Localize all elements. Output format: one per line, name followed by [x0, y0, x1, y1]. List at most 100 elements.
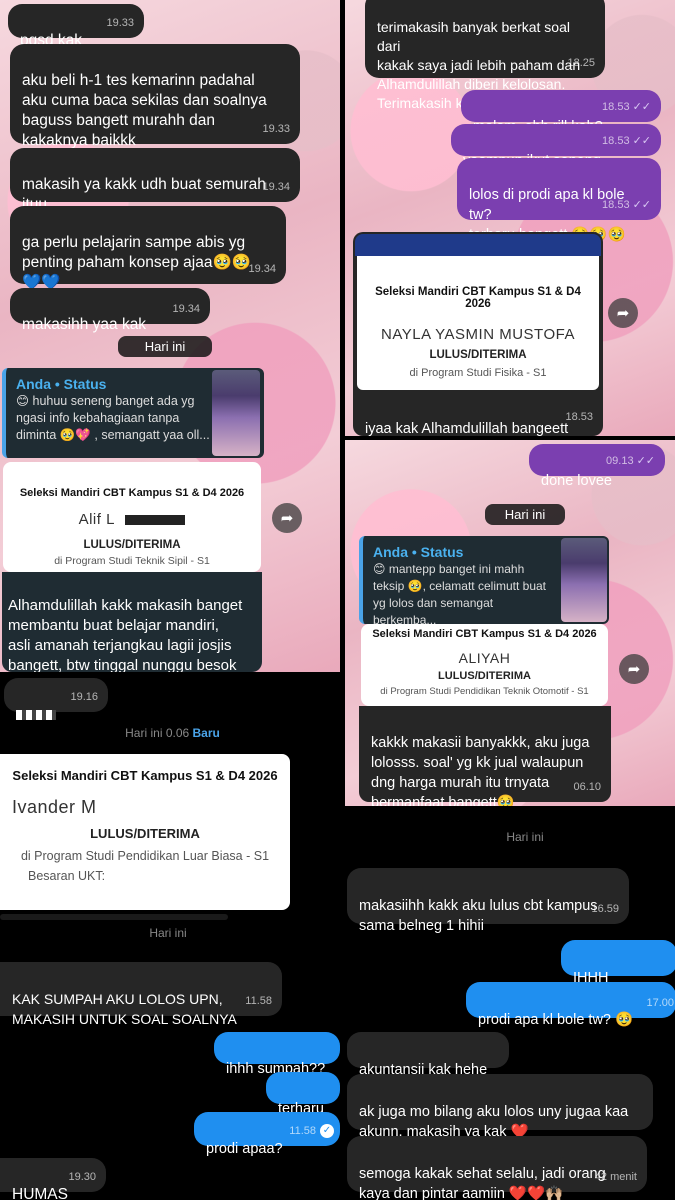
- redaction-mark: [16, 709, 56, 720]
- read-ticks-icon: ✓✓: [636, 455, 655, 467]
- message-text: kakkk makasii banyakkk, aku juga lolosss…: [371, 735, 590, 806]
- message-time: 19.30: [68, 1171, 96, 1183]
- message-time: 42 menit: [594, 1171, 637, 1183]
- message-text: ga perlu pelajarin sampe abis yg penting…: [22, 234, 252, 291]
- card-prodi: di Program Studi Teknik Sipil - S1: [54, 555, 210, 567]
- message-time: 19.34: [248, 263, 276, 275]
- date-divider: Hari ini: [485, 504, 565, 525]
- message-text: HUMAS: [12, 1186, 68, 1200]
- date-divider: Hari ini: [506, 830, 544, 844]
- message-time: 06.10: [573, 781, 601, 793]
- message-time: 19.34: [262, 181, 290, 193]
- card-name: NAYLA YASMIN MUSTOFA: [381, 326, 575, 343]
- status-thumbnail: [212, 370, 260, 456]
- result-card: Seleksi Mandiri CBT Kampus S1 & D4 2026 …: [357, 256, 599, 390]
- message-time: 17.00: [646, 997, 674, 1009]
- message-bubble[interactable]: kakkk makasii banyakkk, aku juga lolosss…: [359, 706, 611, 806]
- message-text: prodi apaa?: [206, 1141, 283, 1157]
- check-icon: ✓: [320, 1124, 334, 1138]
- status-thumbnail: [561, 538, 607, 622]
- forward-icon[interactable]: ➦: [619, 654, 649, 684]
- message-bubble[interactable]: done lovee 09.13 ✓✓: [529, 444, 665, 489]
- message-bubble[interactable]: terharu: [266, 1072, 340, 1117]
- message-bubble[interactable]: Alhamdulillah kakk makasih banget memban…: [2, 572, 262, 672]
- message-bubble[interactable]: prodi apa kl bole tw? 🥹 17.00: [466, 982, 675, 1028]
- message-bubble[interactable]: HUMAS 19.30: [0, 1158, 106, 1200]
- status-reply-text: 😊 mantepp banget ini mahh teksip 🥹, cela…: [373, 562, 547, 627]
- message-bubble[interactable]: 19.16: [4, 678, 108, 720]
- message-time: 16.59: [591, 903, 619, 915]
- message-bubble[interactable]: prodi apaa? 11.58 ✓: [194, 1112, 340, 1157]
- message-bubble[interactable]: ga perlu pelajarin sampe abis yg penting…: [10, 206, 286, 291]
- message-time: 18.53 ✓✓: [602, 101, 651, 113]
- message-time: 11.58: [289, 1125, 316, 1137]
- message-bubble[interactable]: terimakasih banyak berkat soal dari kaka…: [365, 0, 605, 111]
- forward-icon[interactable]: ➦: [272, 503, 302, 533]
- chat-panel-3: 19.16 Hari ini 0.06 Baru Seleksi Mandiri…: [0, 672, 345, 1200]
- chat-panel-1: pgsd kak 19.33 aku beli h-1 tes kemarinn…: [0, 0, 340, 672]
- message-bubble[interactable]: ihhh sumpah??: [214, 1032, 340, 1077]
- message-bubble[interactable]: makasih ya kakk udh buat semurah ituu 19…: [10, 148, 300, 213]
- message-bubble[interactable]: semoga kakak sehat selalu, jadi orang ka…: [347, 1136, 647, 1200]
- status-reply-text: 😊 huhuu seneng banget ada yg ngasi info …: [16, 394, 210, 442]
- message-bubble[interactable]: makasiihh kakk aku lulus cbt kampus sama…: [347, 868, 629, 934]
- message-text: ak juga mo bilang aku lolos uny jugaa ka…: [359, 1104, 629, 1140]
- divider-line: [0, 914, 228, 920]
- status-reply-header: Anda • Status: [16, 376, 107, 392]
- message-text: Alhamdulillah kakk makasih banget memban…: [8, 597, 243, 672]
- card-name-row: Alif L: [3, 511, 261, 529]
- message-time: 19.34: [172, 303, 200, 315]
- card-name: Ivander M: [12, 797, 97, 817]
- read-ticks-icon: ✓✓: [632, 135, 651, 147]
- message-time: 18.53 ✓✓: [602, 199, 651, 211]
- message-bubble[interactable]: makasihh yaa kak 19.34: [10, 288, 210, 333]
- message-bubble[interactable]: akuntansii kak hehe: [347, 1032, 509, 1078]
- chat-panel-2: terimakasih banyak berkat soal dari kaka…: [345, 0, 675, 436]
- message-text: done lovee: [541, 473, 612, 489]
- message-bubble[interactable]: IHHH SERIUSS: [561, 940, 675, 1006]
- message-bubble[interactable]: yaampun ikut seneng 18.53✓✓: [451, 124, 661, 169]
- card-status: LULUS/DITERIMA: [90, 826, 200, 841]
- message-time: 11.58: [245, 995, 272, 1007]
- message-bubble[interactable]: ak juga mo bilang aku lolos uny jugaa ka…: [347, 1074, 653, 1140]
- card-prodi: di Program Studi Fisika - S1: [409, 367, 547, 379]
- message-text: semoga kakak sehat selalu, jadi orang ka…: [359, 1166, 606, 1200]
- message-bubble[interactable]: pgsd kak 19.33: [8, 4, 144, 49]
- message-bubble[interactable]: iyaa kak Alhamdulillah bangeett 18.53: [353, 392, 603, 436]
- message-bubble[interactable]: malam, ehh rill kah? 18.53✓✓: [461, 90, 661, 135]
- date-divider: Hari ini: [149, 926, 187, 940]
- card-status: LULUS/DITERIMA: [83, 539, 181, 551]
- message-text: KAK SUMPAH AKU LOLOS UPN, MAKASIH UNTUK …: [12, 991, 237, 1027]
- card-status: LULUS/DITERIMA: [429, 349, 527, 361]
- forward-icon[interactable]: ➦: [608, 298, 638, 328]
- chat-panel-4: done lovee 09.13 ✓✓ Hari ini Anda • Statu…: [345, 440, 675, 806]
- message-text: aku beli h-1 tes kemarinn padahal aku cu…: [22, 72, 267, 149]
- card-ukt: Besaran UKT:: [28, 869, 106, 883]
- chat-panel-5: Hari ini makasiihh kakk aku lulus cbt ka…: [345, 806, 675, 1200]
- card-title: Seleksi Mandiri CBT Kampus S1 & D4 2026: [19, 487, 245, 499]
- message-time: 19.16: [70, 691, 98, 703]
- message-time: 19.33: [262, 123, 290, 135]
- result-card: Seleksi Mandiri CBT Kampus S1 & D4 2026 …: [361, 624, 608, 706]
- card-name-row: Ivander M: [0, 797, 290, 818]
- message-bubble[interactable]: lolos di prodi apa kl bole tw? terharu b…: [457, 158, 661, 243]
- message-bubble[interactable]: KAK SUMPAH AKU LOLOS UPN, MAKASIH UNTUK …: [0, 962, 282, 1027]
- message-text: prodi apa kl bole tw? 🥹: [478, 1012, 634, 1028]
- card-status: LULUS/DITERIMA: [438, 670, 531, 682]
- message-text: makasihh yaa kak: [22, 316, 147, 333]
- new-badge: Baru: [192, 726, 220, 740]
- card-name: ALIYAH: [458, 650, 511, 666]
- status-reply-header: Anda • Status: [373, 544, 464, 560]
- result-card: Seleksi Mandiri CBT Kampus S1 & D4 2026 …: [3, 462, 261, 572]
- message-text: makasiihh kakk aku lulus cbt kampus sama…: [359, 898, 598, 934]
- card-prodi: di Program Studi Pendidikan Luar Biasa -…: [20, 849, 270, 863]
- message-time: 19.33: [106, 17, 134, 29]
- message-bubble[interactable]: aku beli h-1 tes kemarinn padahal aku cu…: [10, 44, 300, 149]
- card-prodi: di Program Studi Pendidikan Teknik Otomo…: [380, 686, 589, 697]
- result-card: Seleksi Mandiri CBT Kampus S1 & D4 2026 …: [0, 754, 290, 910]
- message-time: 18.53 ✓✓: [602, 135, 651, 147]
- message-time: 09.13 ✓✓: [606, 455, 655, 467]
- message-time: 18.25: [567, 57, 595, 69]
- card-title: Seleksi Mandiri CBT Kampus S1 & D4 2026: [372, 628, 597, 640]
- date-divider: Hari ini 0.06 Baru: [125, 726, 220, 740]
